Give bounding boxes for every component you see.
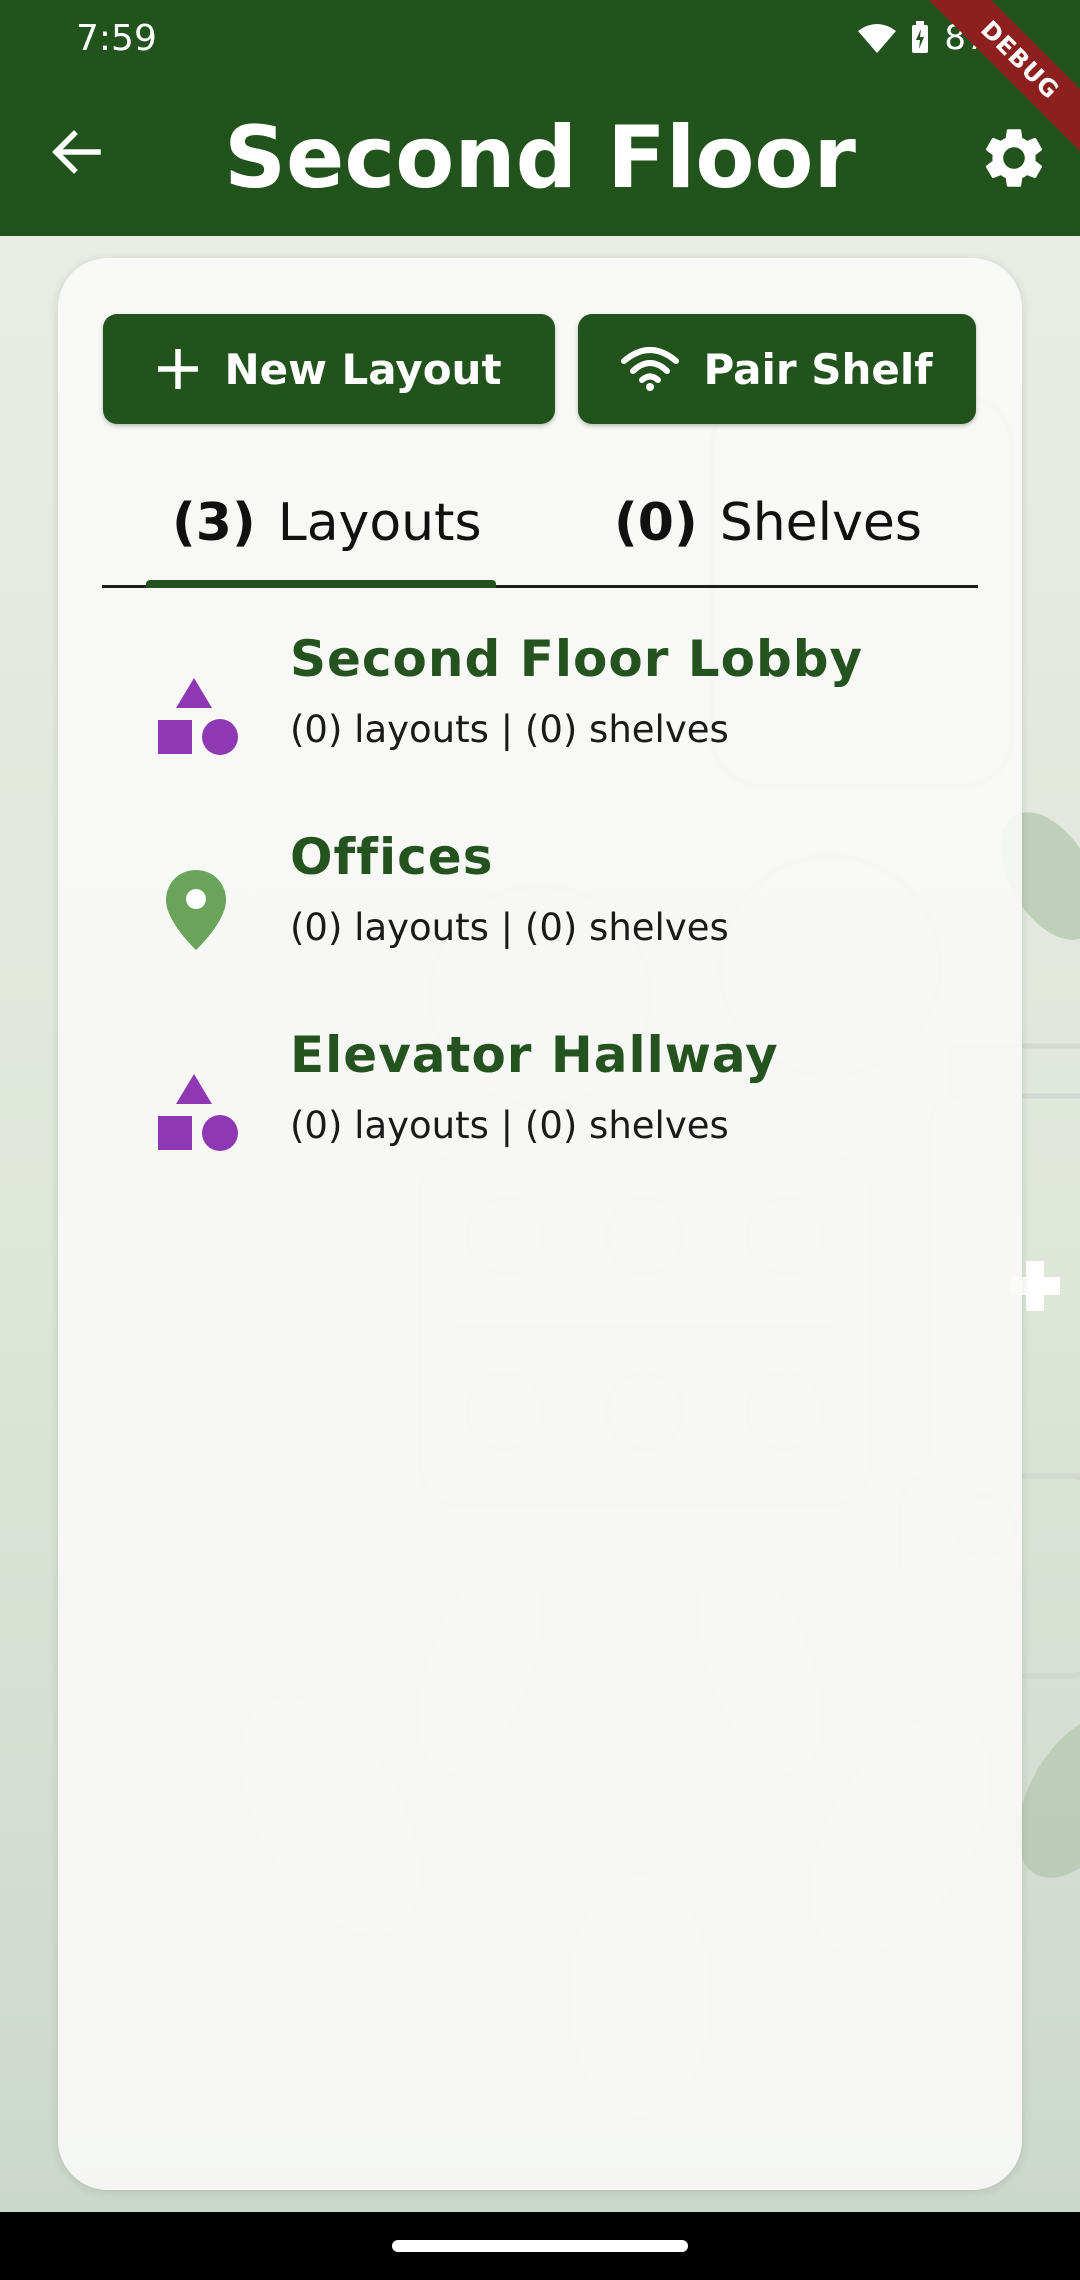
wifi-icon <box>858 24 897 53</box>
shapes-icon <box>158 678 238 755</box>
item-title: Second Floor Lobby <box>290 630 864 688</box>
tab-shelves[interactable]: (0) Shelves <box>614 458 922 588</box>
tab-shelves-label: Shelves <box>719 493 922 553</box>
list-item[interactable]: Elevator Hallway (0) layouts | (0) shelv… <box>58 1014 1022 1212</box>
tab-layouts-label: Layouts <box>277 493 482 553</box>
system-nav-bar <box>0 2212 1080 2280</box>
shapes-icon <box>158 1074 238 1151</box>
item-subtitle: (0) layouts | (0) shelves <box>290 906 729 949</box>
list-item[interactable]: Offices (0) layouts | (0) shelves <box>58 816 1022 1014</box>
location-pin-icon <box>166 870 226 950</box>
item-subtitle: (0) layouts | (0) shelves <box>290 1104 729 1147</box>
content-card: New Layout Pair Shelf (3) Layouts (0) Sh… <box>58 258 1022 2190</box>
tab-indicator <box>146 580 496 588</box>
list-item[interactable]: Second Floor Lobby (0) layouts | (0) she… <box>58 618 1022 816</box>
battery-icon <box>912 21 929 53</box>
pair-shelf-button[interactable]: Pair Shelf <box>578 314 976 424</box>
app-bar: 7:59 87% DEBUG Second Floor <box>0 0 1080 236</box>
status-time: 7:59 <box>76 18 157 59</box>
item-subtitle: (0) layouts | (0) shelves <box>290 708 729 751</box>
item-title: Elevator Hallway <box>290 1026 779 1084</box>
new-layout-label: New Layout <box>224 344 502 394</box>
tab-bar: (3) Layouts (0) Shelves <box>102 458 978 588</box>
plus-icon <box>158 349 199 389</box>
pair-shelf-label: Pair Shelf <box>703 344 933 394</box>
layouts-list: Second Floor Lobby (0) layouts | (0) she… <box>58 618 1022 1212</box>
layouts-count: (3) <box>172 493 256 553</box>
settings-button[interactable] <box>976 120 1052 196</box>
wifi-icon <box>621 347 680 391</box>
new-layout-button[interactable]: New Layout <box>103 314 555 424</box>
page-title: Second Floor <box>224 108 856 208</box>
gear-icon <box>985 129 1043 187</box>
tab-layouts[interactable]: (3) Layouts <box>172 458 482 588</box>
item-title: Offices <box>290 828 494 886</box>
home-handle[interactable] <box>392 2240 688 2252</box>
shelves-count: (0) <box>614 493 698 553</box>
